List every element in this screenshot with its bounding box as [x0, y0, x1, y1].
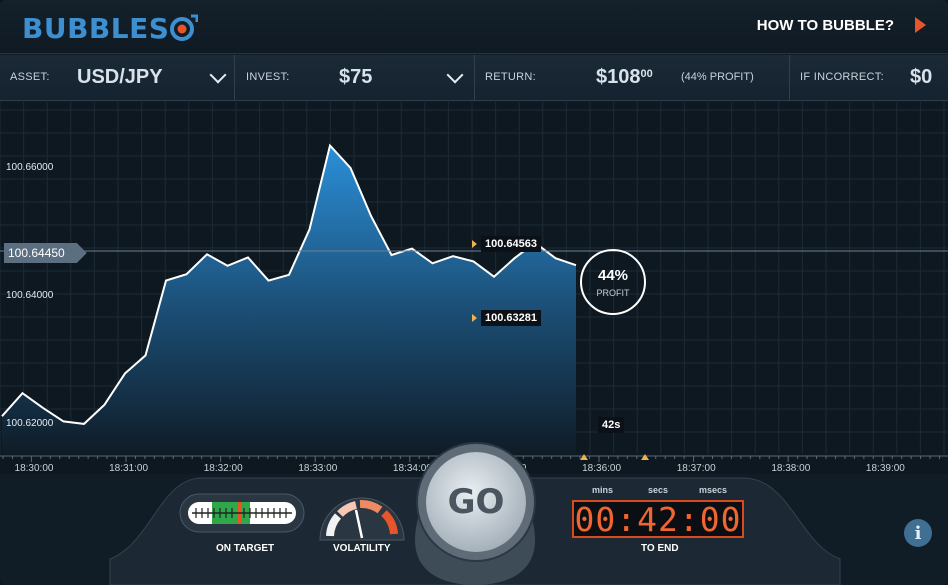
x-tick-label: 18:30:00	[15, 463, 54, 474]
x-tick-label: 18:32:00	[204, 463, 243, 474]
asset-value[interactable]: USD/JPY	[77, 66, 163, 89]
play-arrow-icon[interactable]	[915, 17, 926, 33]
lower-price-label: 100.63281	[481, 310, 541, 326]
invest-label: INVEST:	[246, 71, 290, 83]
how-to-bubble-link[interactable]: HOW TO BUBBLE?	[757, 17, 894, 34]
invest-value[interactable]: $75	[339, 66, 372, 89]
bubble-percent: 44%	[598, 267, 628, 284]
if-incorrect-display: IF INCORRECT: $0	[790, 55, 948, 101]
countdown-badge: 42s	[598, 417, 625, 433]
chevron-down-icon[interactable]	[446, 66, 464, 84]
bubbles-target-icon	[170, 14, 198, 41]
bubble-label: PROFIT	[597, 288, 631, 298]
info-icon[interactable]: i	[904, 519, 932, 547]
return-cents: 00	[640, 68, 653, 80]
x-tick-label: 18:31:00	[109, 463, 148, 474]
countdown-timer: 00:42:00	[572, 499, 744, 539]
go-button[interactable]: GO	[426, 452, 526, 552]
current-price-tag: 100.64450	[4, 243, 87, 263]
logo-text: BUBBLES	[22, 12, 170, 45]
price-area	[2, 145, 576, 454]
timer-mins-label: mins	[592, 485, 614, 495]
timer-msecs-label: msecs	[699, 485, 728, 495]
volatility-label: VOLATILITY	[333, 543, 391, 554]
x-tick-label: 18:34:00	[393, 463, 432, 474]
lower-marker-icon	[472, 314, 477, 322]
invest-selector[interactable]: INVEST: $75	[235, 55, 475, 101]
y-tick-label: 100.62000	[6, 418, 54, 429]
return-label: RETURN:	[485, 71, 536, 83]
asset-label: ASSET:	[10, 71, 50, 83]
to-end-label: TO END	[641, 543, 679, 554]
y-tick-label: 100.66000	[6, 162, 54, 173]
upper-marker-icon	[472, 240, 477, 248]
timer-secs-label: secs	[648, 485, 669, 495]
if-incorrect-value: $0	[910, 66, 933, 88]
timer-value: 00:42:00	[574, 499, 742, 539]
x-tick-label: 18:36:00	[582, 463, 621, 474]
marker-triangle-icon	[641, 454, 649, 460]
price-chart[interactable]: 100.66000 100.64000 100.62000 18:30:00 18:3…	[0, 102, 948, 474]
upper-price-label: 100.64563	[481, 236, 541, 252]
if-incorrect-label: IF INCORRECT:	[800, 71, 884, 83]
return-display: RETURN: $10800 (44% PROFIT)	[475, 55, 790, 101]
return-profit-note: (44% PROFIT)	[681, 71, 754, 83]
marker-triangle-icon	[580, 454, 588, 460]
asset-selector[interactable]: ASSET: USD/JPY	[0, 55, 235, 101]
bubbles-app: BUBBLES HOW TO BUBBLE? ASSET: USD/JPY IN…	[0, 0, 948, 585]
bottom-controls: ON TARGET VOLATILITY GO mins secs msecs …	[0, 452, 948, 585]
chart-canvas: 100.66000 100.64000 100.62000 18:30:00 18:3…	[0, 102, 948, 474]
trade-options-bar: ASSET: USD/JPY INVEST: $75 RETURN: $1080…	[0, 55, 948, 101]
x-tick-label: 18:38:00	[771, 463, 810, 474]
x-tick-label: 18:39:00	[866, 463, 905, 474]
go-button-label[interactable]: GO	[448, 482, 505, 522]
x-tick-label: 18:33:00	[298, 463, 337, 474]
on-target-label: ON TARGET	[216, 543, 275, 554]
return-amount: $108	[596, 66, 641, 88]
chevron-down-icon[interactable]	[209, 66, 227, 84]
top-header: BUBBLES HOW TO BUBBLE?	[0, 0, 948, 54]
x-tick-label: 18:37:00	[677, 463, 716, 474]
y-tick-label: 100.64000	[6, 290, 54, 301]
return-value: $10800	[596, 66, 653, 89]
